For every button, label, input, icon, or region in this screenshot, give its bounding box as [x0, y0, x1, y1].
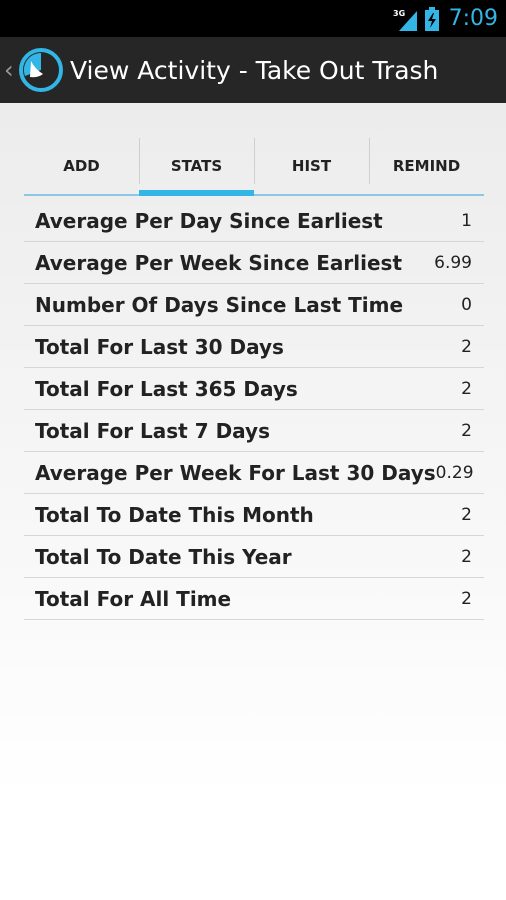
page-title: View Activity - Take Out Trash [70, 55, 439, 85]
stat-label: Total For Last 365 Days [35, 376, 298, 401]
tab-add[interactable]: ADD [24, 138, 139, 194]
stat-label: Average Per Week For Last 30 Days [35, 460, 436, 485]
chevron-left-icon[interactable]: ‹ [4, 56, 16, 84]
stat-label: Average Per Week Since Earliest [35, 250, 403, 275]
tab-stats[interactable]: STATS [139, 138, 254, 196]
stat-value: 2 [461, 546, 472, 567]
stat-row: Total For Last 365 Days 2 [24, 368, 484, 410]
stat-label: Total For All Time [35, 586, 232, 611]
signal-3g-icon: 3G [393, 9, 417, 31]
action-bar: ‹ View Activity - Take Out Trash [0, 37, 506, 103]
stat-value: 2 [461, 504, 472, 525]
status-time: 7:09 [448, 6, 498, 31]
clock-icon[interactable] [18, 47, 64, 93]
stat-value: 2 [461, 420, 472, 441]
stat-value: 2 [461, 336, 472, 357]
tab-bar: ADD STATS HIST REMIND [24, 138, 484, 196]
stat-row: Total To Date This Year 2 [24, 536, 484, 578]
status-bar: 3G 7:09 [0, 0, 506, 37]
stat-value: 2 [461, 588, 472, 609]
tab-remind[interactable]: REMIND [369, 138, 484, 194]
stat-row: Total For Last 30 Days 2 [24, 326, 484, 368]
stat-label: Average Per Day Since Earliest [35, 208, 383, 233]
stat-label: Number Of Days Since Last Time [35, 292, 404, 317]
stat-label: Total For Last 7 Days [35, 418, 270, 443]
stat-value: 6.99 [434, 252, 472, 273]
stat-label: Total To Date This Month [35, 502, 314, 527]
stat-row: Average Per Week Since Earliest 6.99 [24, 242, 484, 284]
stat-row: Average Per Day Since Earliest 1 [24, 200, 484, 242]
stat-value: 2 [461, 378, 472, 399]
stat-value: 0.29 [435, 462, 474, 483]
stat-label: Total To Date This Year [35, 544, 292, 569]
stat-row: Average Per Week For Last 30 Days 0.29 [24, 452, 484, 494]
stat-row: Total To Date This Month 2 [24, 494, 484, 536]
status-icons: 3G 7:09 [393, 0, 498, 37]
stat-value: 1 [461, 210, 472, 231]
network-type-label: 3G [393, 9, 405, 18]
stat-label: Total For Last 30 Days [35, 334, 284, 359]
stat-row: Number Of Days Since Last Time 0 [24, 284, 484, 326]
stat-row: Total For All Time 2 [24, 578, 484, 620]
stats-list: Average Per Day Since Earliest 1 Average… [24, 200, 484, 620]
stat-row: Total For Last 7 Days 2 [24, 410, 484, 452]
stat-value: 0 [461, 294, 472, 315]
tab-hist[interactable]: HIST [254, 138, 369, 194]
battery-charging-icon [424, 6, 439, 31]
